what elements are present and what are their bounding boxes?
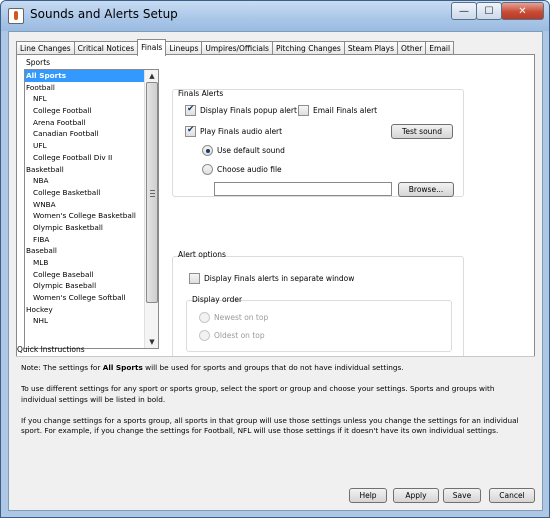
separate-window-checkbox[interactable] (189, 273, 200, 284)
maximize-button[interactable]: ☐ (476, 2, 502, 20)
sports-group-item[interactable]: All Sports (25, 70, 158, 82)
sport-item[interactable]: Women's College Basketball (25, 210, 158, 222)
sports-group-item[interactable]: Basketball (25, 164, 158, 176)
oldest-on-top-radio[interactable] (199, 330, 210, 341)
email-alert-label[interactable]: Email Finals alert (313, 106, 377, 115)
close-icon: ✕ (518, 5, 527, 17)
sports-label: Sports (26, 58, 51, 67)
instructions-note: Note: The settings for All Sports will b… (21, 363, 530, 374)
window-title: Sounds and Alerts Setup (30, 7, 178, 21)
tab-lineups[interactable]: Lineups (165, 41, 203, 55)
java-app-icon (8, 8, 24, 24)
tab-line-changes[interactable]: Line Changes (16, 41, 75, 55)
use-default-sound-radio[interactable] (202, 145, 213, 156)
sports-list-scrollbar[interactable]: ▲ ▼ (144, 70, 158, 348)
sports-group-item[interactable]: Football (25, 82, 158, 94)
tab-other[interactable]: Other (396, 41, 427, 55)
sport-item[interactable]: NFL (25, 93, 158, 105)
choose-audio-file-radio[interactable] (202, 164, 213, 175)
sounds-alerts-window: Sounds and Alerts Setup — ☐ ✕ Line Chang… (0, 0, 550, 518)
alert-options-title: Alert options (178, 250, 226, 259)
save-button[interactable]: Save (443, 488, 481, 503)
scroll-thumb[interactable] (146, 82, 158, 303)
help-button[interactable]: Help (349, 488, 387, 503)
oldest-on-top-label[interactable]: Oldest on top (214, 331, 265, 340)
sports-list[interactable]: All Sports Football NFL College Football Are… (24, 69, 159, 349)
test-sound-button[interactable]: Test sound (391, 124, 453, 139)
sport-item[interactable]: Canadian Football (25, 128, 158, 140)
sport-item[interactable]: College Basketball (25, 187, 158, 199)
minimize-icon: — (459, 5, 469, 17)
audio-file-path-input[interactable] (214, 182, 392, 196)
sports-group-item[interactable]: Hockey (25, 304, 158, 316)
choose-audio-file-label[interactable]: Choose audio file (217, 165, 282, 174)
browse-button[interactable]: Browse... (398, 182, 454, 197)
sport-item[interactable]: College Football Div II (25, 152, 158, 164)
grip-line (150, 196, 155, 197)
note-text: Note: The settings for (21, 363, 103, 372)
sport-item[interactable]: College Baseball (25, 269, 158, 281)
grip-line (150, 190, 155, 191)
sport-item[interactable]: NHL (25, 315, 158, 327)
sport-item[interactable]: Arena Football (25, 117, 158, 129)
newest-on-top-radio[interactable] (199, 312, 210, 323)
maximize-icon: ☐ (484, 5, 494, 17)
sport-item[interactable]: Olympic Basketball (25, 222, 158, 234)
finals-tab-panel: Sports All Sports Football NFL College Foot… (16, 54, 535, 358)
quick-instructions-text: Note: The settings for All Sports will b… (16, 356, 535, 479)
newest-on-top-label[interactable]: Newest on top (214, 313, 268, 322)
sport-item[interactable]: UFL (25, 140, 158, 152)
scroll-up-icon[interactable]: ▲ (145, 70, 158, 82)
sports-list-items: All Sports Football NFL College Football Are… (25, 70, 158, 327)
sport-item[interactable]: FIBA (25, 234, 158, 246)
quick-instructions-title: Quick Instructions (17, 345, 85, 354)
email-alert-checkbox[interactable] (298, 105, 309, 116)
close-button[interactable]: ✕ (501, 2, 544, 20)
audio-alert-label[interactable]: Play Finals audio alert (200, 127, 282, 136)
separate-window-label[interactable]: Display Finals alerts in separate window (204, 274, 354, 283)
title-bar[interactable]: Sounds and Alerts Setup — ☐ ✕ (1, 1, 549, 31)
display-popup-checkbox[interactable] (185, 104, 196, 116)
quick-instructions-panel: Quick Instructions Note: The settings fo… (16, 345, 535, 479)
tab-strip: Line Changes Critical Notices Finals Lin… (16, 39, 455, 56)
sport-item[interactable]: Women's College Softball (25, 292, 158, 304)
sport-item[interactable]: College Football (25, 105, 158, 117)
minimize-button[interactable]: — (451, 2, 477, 20)
display-order-title: Display order (192, 295, 243, 304)
apply-button[interactable]: Apply (393, 488, 439, 503)
tab-critical-notices[interactable]: Critical Notices (73, 41, 139, 55)
grip-line (150, 193, 155, 194)
note-text-end: will be used for sports and groups that … (142, 363, 404, 372)
tab-pitching-changes[interactable]: Pitching Changes (271, 41, 345, 55)
finals-alerts-title: Finals Alerts (178, 89, 224, 98)
tab-finals[interactable]: Finals (137, 39, 167, 56)
instructions-paragraph: To use different settings for any sport … (21, 384, 495, 404)
audio-alert-checkbox[interactable] (185, 125, 196, 137)
tab-umpires-officials[interactable]: Umpires/Officials (201, 41, 273, 55)
instructions-paragraph: If you change settings for a sports grou… (21, 415, 519, 436)
tab-steam-plays[interactable]: Steam Plays (343, 41, 398, 55)
use-default-sound-label[interactable]: Use default sound (217, 146, 285, 155)
sport-item[interactable]: Olympic Baseball (25, 280, 158, 292)
sport-item[interactable]: NBA (25, 175, 158, 187)
sport-item[interactable]: WNBA (25, 199, 158, 211)
tab-email[interactable]: Email (425, 41, 455, 55)
note-bold-text: All Sports (102, 363, 143, 372)
sports-group-item[interactable]: Baseball (25, 245, 158, 257)
display-popup-label[interactable]: Display Finals popup alert (200, 106, 297, 115)
dialog-body: Line Changes Critical Notices Finals Lin… (8, 31, 543, 511)
sport-item[interactable]: MLB (25, 257, 158, 269)
cancel-button[interactable]: Cancel (489, 488, 535, 503)
